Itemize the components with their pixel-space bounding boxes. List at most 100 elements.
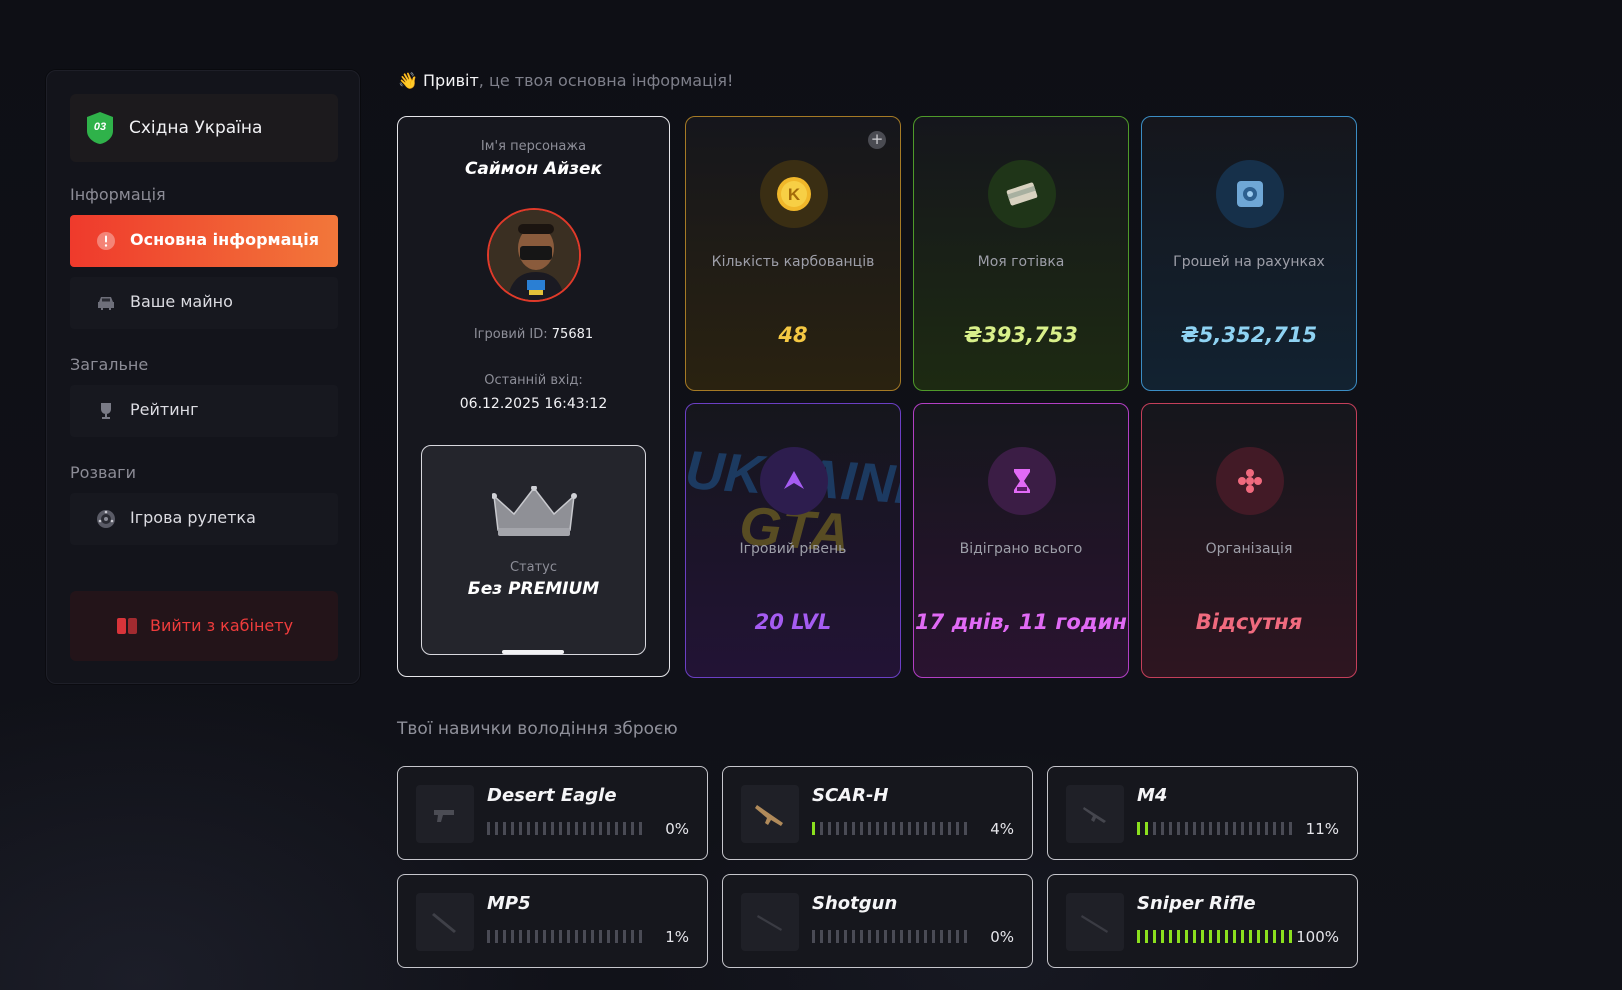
progress-segment — [1161, 930, 1164, 943]
progress-segment — [599, 930, 602, 943]
skill-percent: 0% — [665, 820, 689, 838]
sidebar-item-roulette[interactable]: Ігрова рулетка — [70, 493, 338, 545]
progress-segment — [916, 822, 919, 835]
progress-segment — [1281, 930, 1284, 943]
character-name: Саймон Айзек — [464, 159, 603, 179]
greeting-text: , це твоя основна інформація! — [478, 71, 734, 90]
progress-segment — [559, 930, 562, 943]
progress-segment — [1289, 822, 1292, 835]
progress-segment — [844, 930, 847, 943]
rifle-icon — [741, 785, 799, 843]
progress-segment — [900, 822, 903, 835]
progress-segment — [820, 930, 823, 943]
server-badge-icon: 03 — [87, 112, 113, 144]
progress-segment — [940, 930, 943, 943]
skill-name: MP5 — [487, 893, 531, 914]
pistol-icon — [416, 785, 474, 843]
progress-segment — [1217, 930, 1220, 943]
progress-segment — [1241, 822, 1244, 835]
progress-segment — [956, 822, 959, 835]
section-label-general: Загальне — [70, 355, 149, 374]
sidebar-item-main-info[interactable]: Основна інформація — [70, 215, 338, 267]
stat-value: Відсутня — [1195, 610, 1303, 634]
progress-segment — [551, 822, 554, 835]
progress-segment — [932, 930, 935, 943]
shotgun-icon — [741, 893, 799, 951]
avatar — [487, 208, 581, 302]
progress-segment — [607, 930, 610, 943]
progress-segment — [924, 822, 927, 835]
progress-segment — [892, 822, 895, 835]
progress-segment — [908, 822, 911, 835]
skill-percent: 100% — [1296, 928, 1339, 946]
server-selector[interactable]: 03 Східна Україна — [70, 94, 338, 162]
smg-icon — [416, 893, 474, 951]
progress-segment — [900, 930, 903, 943]
progress-segment — [503, 930, 506, 943]
progress-segment — [1225, 822, 1228, 835]
skill-card-scar-h: SCAR-H 4% — [722, 766, 1033, 860]
progress-segment — [527, 822, 530, 835]
roulette-icon — [97, 510, 115, 528]
progress-segment — [1177, 930, 1180, 943]
progress-segment — [535, 930, 538, 943]
skill-percent: 1% — [665, 928, 689, 946]
stat-card-organization: Організація Відсутня — [1141, 403, 1357, 678]
profile-card: Ім'я персонажа Саймон Айзек Ігровий ID: … — [397, 116, 670, 677]
sidebar-item-property[interactable]: Ваше майно — [70, 277, 338, 329]
skill-progress-bar — [1137, 930, 1292, 943]
progress-segment — [876, 822, 879, 835]
progress-segment — [535, 822, 538, 835]
logout-button[interactable]: Вийти з кабінету — [70, 591, 338, 661]
last-login-caption: Останній вхід: — [484, 373, 583, 388]
progress-segment — [836, 930, 839, 943]
stat-value: ₴393,753 — [964, 323, 1078, 347]
progress-segment — [511, 822, 514, 835]
greeting: 👋 Привіт, це твоя основна інформація! — [398, 71, 733, 90]
sidebar-item-rating[interactable]: Рейтинг — [70, 385, 338, 437]
coin-icon: K — [760, 160, 828, 228]
stat-value: 20 LVL — [754, 610, 832, 634]
stat-card-level: UKRAINE GTA Ігровий рівень 20 LVL — [685, 403, 901, 678]
skill-name: SCAR-H — [812, 785, 889, 806]
progress-segment — [852, 822, 855, 835]
stat-label: Ігровий рівень — [739, 541, 847, 557]
progress-segment — [1201, 930, 1204, 943]
progress-segment — [948, 930, 951, 943]
skill-card-m4: M4 11% — [1047, 766, 1358, 860]
crown-icon — [492, 486, 577, 536]
progress-segment — [583, 930, 586, 943]
status-value: Без PREMIUM — [467, 579, 600, 599]
skill-percent: 11% — [1305, 820, 1339, 838]
progress-segment — [543, 930, 546, 943]
level-icon — [760, 447, 828, 515]
skill-name: Desert Eagle — [487, 785, 617, 806]
progress-segment — [908, 930, 911, 943]
progress-segment — [487, 930, 490, 943]
progress-segment — [631, 930, 634, 943]
progress-segment — [1273, 930, 1276, 943]
add-icon[interactable]: + — [868, 131, 886, 149]
car-icon — [98, 297, 114, 310]
progress-segment — [1169, 822, 1172, 835]
status-indicator — [502, 650, 564, 654]
stat-label: Моя готівка — [977, 254, 1065, 270]
progress-segment — [1217, 822, 1220, 835]
skill-progress-bar — [487, 930, 642, 943]
progress-segment — [1249, 822, 1252, 835]
progress-segment — [1161, 822, 1164, 835]
status-box: Статус Без PREMIUM — [421, 445, 646, 655]
skill-percent: 4% — [990, 820, 1014, 838]
rifle-icon — [1066, 785, 1124, 843]
trophy-icon — [101, 403, 111, 419]
skill-card-sniper-rifle: Sniper Rifle 100% — [1047, 874, 1358, 968]
progress-segment — [1257, 822, 1260, 835]
progress-segment — [1257, 930, 1260, 943]
svg-text:03: 03 — [94, 121, 106, 133]
skill-progress-bar — [487, 822, 642, 835]
stat-label: Грошей на рахунках — [1173, 254, 1325, 270]
wave-icon: 👋 — [398, 71, 418, 90]
alert-icon — [97, 232, 115, 250]
sniper-icon — [1066, 893, 1124, 951]
progress-segment — [852, 930, 855, 943]
